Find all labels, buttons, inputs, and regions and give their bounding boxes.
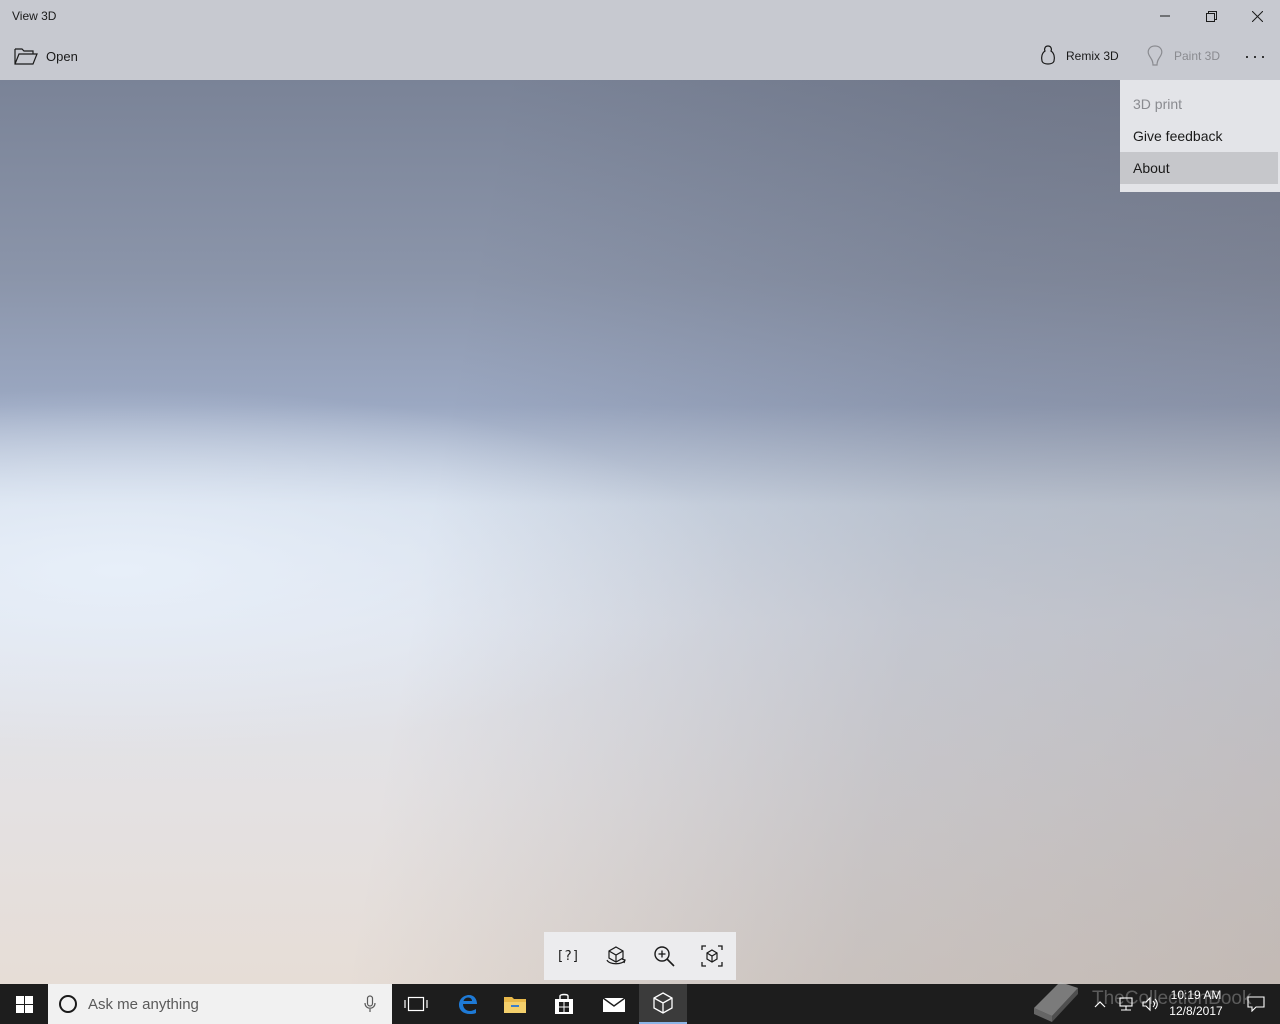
watermark-text: TheCollectionBook bbox=[1092, 988, 1252, 1009]
restore-button[interactable] bbox=[1188, 0, 1234, 32]
help-button[interactable]: [?] bbox=[544, 932, 592, 980]
more-options-button[interactable]: ··· bbox=[1236, 40, 1276, 72]
store-taskbar-button[interactable] bbox=[540, 984, 588, 1024]
viewport-shading bbox=[0, 80, 1280, 984]
search-placeholder: Ask me anything bbox=[88, 996, 199, 1013]
menu-item-about[interactable]: About bbox=[1120, 152, 1278, 184]
menu-item-label: About bbox=[1133, 160, 1170, 176]
menu-item-label: 3D print bbox=[1133, 96, 1183, 112]
cube-icon bbox=[653, 992, 673, 1014]
menu-item-give-feedback[interactable]: Give feedback bbox=[1120, 120, 1278, 152]
search-input[interactable]: Ask me anything bbox=[48, 984, 392, 1024]
task-view-button[interactable] bbox=[392, 984, 440, 1024]
mail-taskbar-button[interactable] bbox=[590, 984, 638, 1024]
mail-icon bbox=[602, 997, 626, 1012]
fit-view-cube-icon bbox=[701, 945, 723, 967]
rotate-model-icon bbox=[606, 946, 626, 965]
microphone-icon[interactable] bbox=[364, 995, 376, 1013]
store-bag-icon bbox=[555, 993, 573, 1014]
command-bar: Open Remix 3D Paint 3D ··· bbox=[0, 32, 1280, 80]
start-button[interactable] bbox=[0, 984, 48, 1024]
3d-viewport[interactable] bbox=[0, 80, 1280, 984]
zoom-in-icon bbox=[654, 946, 675, 967]
windows-logo-icon bbox=[15, 995, 33, 1013]
minimize-button[interactable] bbox=[1142, 0, 1188, 32]
view-3d-taskbar-button[interactable] bbox=[639, 984, 687, 1024]
rotate-model-button[interactable] bbox=[592, 932, 640, 980]
folder-open-icon bbox=[14, 48, 38, 65]
paint-3d-button[interactable]: Paint 3D bbox=[1146, 40, 1220, 72]
file-explorer-taskbar-button[interactable] bbox=[491, 984, 539, 1024]
paint-3d-icon bbox=[1147, 45, 1163, 66]
watermark: TheCollectionBook bbox=[1030, 976, 1280, 1022]
remix-3d-label: Remix 3D bbox=[1066, 49, 1119, 63]
title-bar: View 3D bbox=[0, 0, 1280, 32]
zoom-button[interactable] bbox=[640, 932, 688, 980]
window-title: View 3D bbox=[12, 9, 57, 23]
folder-icon bbox=[504, 997, 526, 1013]
more-options-menu: 3D print Give feedback About bbox=[1120, 80, 1280, 192]
help-bracket-icon: [?] bbox=[556, 948, 580, 964]
cortana-icon bbox=[59, 995, 77, 1013]
minimize-icon bbox=[1160, 15, 1170, 17]
edge-taskbar-button[interactable] bbox=[443, 984, 491, 1024]
task-view-icon bbox=[404, 996, 428, 1012]
book-logo-icon bbox=[1034, 982, 1078, 1022]
view-tools: [?] bbox=[544, 932, 736, 980]
open-button[interactable]: Open bbox=[8, 40, 84, 72]
close-button[interactable] bbox=[1234, 0, 1280, 32]
menu-item-label: Give feedback bbox=[1133, 128, 1223, 144]
remix-3d-icon bbox=[1041, 45, 1055, 65]
paint-3d-label: Paint 3D bbox=[1174, 49, 1221, 63]
close-icon bbox=[1251, 10, 1263, 22]
restore-icon bbox=[1205, 10, 1217, 22]
more-icon: ··· bbox=[1244, 45, 1268, 66]
fit-view-button[interactable] bbox=[688, 932, 736, 980]
remix-3d-button[interactable]: Remix 3D bbox=[1040, 40, 1119, 72]
edge-icon bbox=[459, 995, 477, 1014]
menu-item-3d-print: 3D print bbox=[1120, 88, 1278, 120]
open-label: Open bbox=[46, 48, 78, 64]
